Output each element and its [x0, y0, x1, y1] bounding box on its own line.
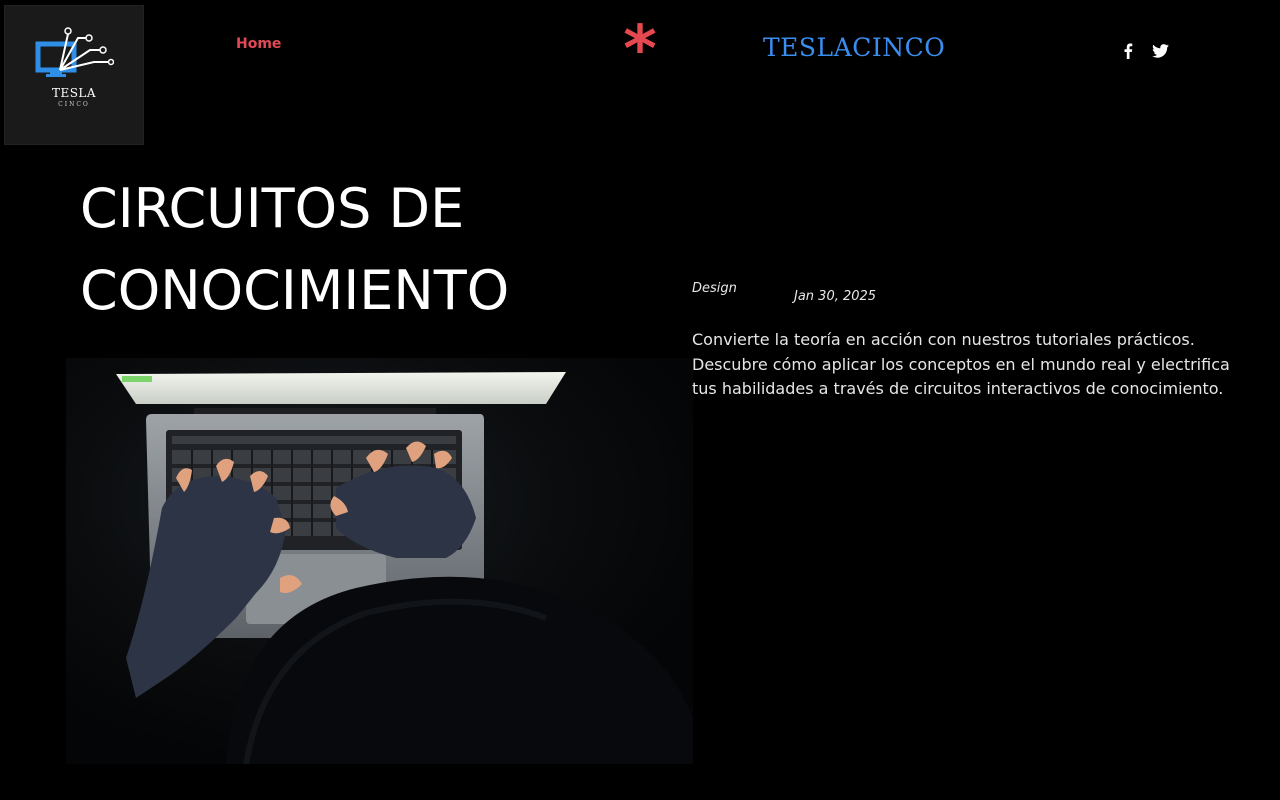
site-logo[interactable]: TESLA CINCO	[4, 5, 144, 145]
logo-subtitle: CINCO	[58, 101, 90, 108]
logo-wordmark: TESLA	[51, 86, 97, 100]
post-date: Jan 30, 2025	[794, 289, 877, 304]
twitter-icon[interactable]	[1150, 41, 1170, 61]
facebook-icon[interactable]	[1118, 41, 1138, 61]
hero-image-laptop-hands	[66, 358, 693, 764]
brand-title[interactable]: TESLACINCO	[763, 33, 945, 62]
post-description: Convierte la teoría en acción con nuestr…	[692, 330, 1230, 398]
nav-home-link[interactable]: Home	[236, 36, 281, 52]
post-category[interactable]: Design	[692, 281, 737, 296]
asterisk-icon: *	[623, 13, 657, 87]
monitor-circuit-icon	[35, 27, 114, 77]
page-title: CIRCUITOS DE CONOCIMIENTO	[80, 177, 510, 322]
